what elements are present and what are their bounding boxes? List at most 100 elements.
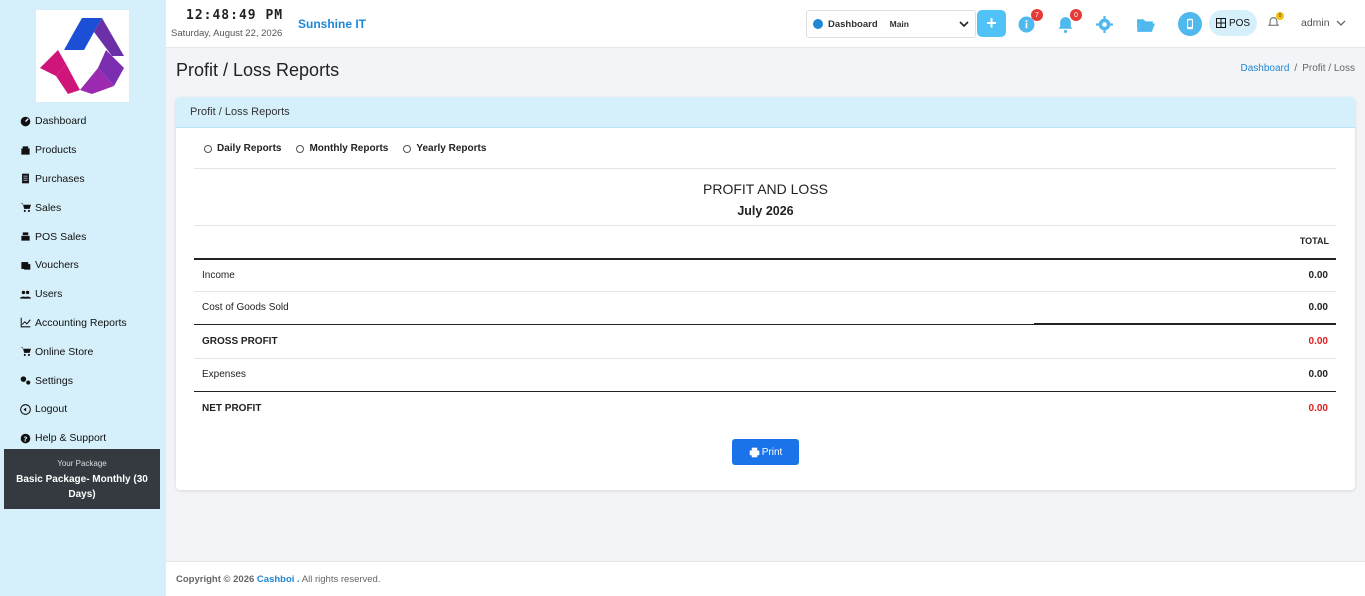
top-bar: 12:48:49 PM Saturday, August 22, 2026 Su… [166,0,1365,48]
pos-button[interactable]: POS [1209,10,1257,36]
table-row-gross-profit: GROSS PROFIT 0.00 [194,325,1336,359]
question-icon: ? [18,431,32,445]
chevron-down-icon [959,21,969,28]
row-label: NET PROFIT [202,403,262,415]
radio-label: Yearly Reports [416,143,487,154]
radio-daily-reports[interactable]: Daily Reports [204,143,281,154]
report-card: Profit / Loss Reports Daily Reports Mont… [176,97,1355,490]
print-label: Print [761,446,783,458]
sidebar-item-products[interactable]: Products [18,136,166,165]
sidebar-item-label: POS Sales [35,230,87,243]
chevron-down-icon [1336,20,1346,26]
sidebar-item-label: Purchases [35,172,85,185]
page-title: Profit / Loss Reports [176,60,340,80]
package-label: Your Package [57,459,107,468]
sidebar-item-label: Dashboard [35,115,87,128]
sidebar-item-label: Logout [35,403,68,416]
voucher-icon [18,258,32,272]
sidebar-item-settings[interactable]: Settings [18,366,166,395]
radio-monthly-reports[interactable]: Monthly Reports [296,143,388,154]
footer-copyright: Copyright © 2026 [176,574,255,585]
table-row-net-profit: NET PROFIT 0.00 [194,392,1336,426]
mobile-button[interactable] [1178,12,1202,36]
dashboard-select-label: Dashboard [828,18,878,30]
radio-yearly-reports[interactable]: Yearly Reports [403,143,486,154]
row-amount: 0.00 [1308,335,1328,347]
sidebar-item-label: Sales [35,201,62,214]
row-amount: 0.00 [1308,269,1328,281]
sidebar-item-label: Vouchers [35,259,79,272]
row-label: GROSS PROFIT [202,335,278,347]
alerts-badge: 0 [1276,12,1284,20]
sidebar-item-logout[interactable]: Logout [18,395,166,424]
svg-text:?: ? [23,435,27,443]
sidebar-item-vouchers[interactable]: Vouchers [18,251,166,280]
report-title: PROFIT AND LOSS [703,181,828,197]
settings-button[interactable] [1094,14,1114,34]
table-row-income: Income 0.00 [194,258,1336,292]
card-header: Profit / Loss Reports [176,97,1355,128]
breadcrumb-dashboard-link[interactable]: Dashboard [1240,63,1289,74]
folder-button[interactable] [1135,14,1155,34]
folder-open-icon [1136,18,1155,32]
row-label: Income [202,269,235,281]
chart-line-icon [18,316,32,330]
sidebar-item-pos-sales[interactable]: POS Sales [18,222,166,251]
sidebar-item-purchases[interactable]: Purchases [18,165,166,194]
box-icon [18,143,32,157]
sidebar-item-sales[interactable]: Sales [18,193,166,222]
sidebar-item-users[interactable]: Users [18,280,166,309]
divider [194,225,1336,226]
footer: Copyright © 2026 Cashboi . All rights re… [166,561,1365,596]
mobile-icon [1187,18,1193,30]
row-amount: 0.00 [1308,302,1328,314]
sidebar-item-accounting-reports[interactable]: Accounting Reports [18,309,166,338]
row-label: Expenses [202,369,246,381]
add-button[interactable]: + [977,10,1006,37]
logo-icon [40,18,124,94]
notifications-button[interactable]: 0 [1055,9,1082,34]
info-badge: 7 [1031,9,1043,21]
alerts-button[interactable]: 0 [1266,12,1284,29]
gears-icon [18,374,32,388]
company-name[interactable]: Sunshine IT [298,17,366,31]
user-menu[interactable]: admin [1301,17,1346,29]
users-icon [18,287,32,301]
radio-circle[interactable] [296,144,305,153]
sidebar-item-label: Users [35,288,63,301]
sidebar: Dashboard Products Purchases Sales POS S… [0,0,166,596]
register-icon [18,230,32,244]
total-column-header: TOTAL [1299,236,1329,246]
sidebar-item-label: Help & Support [35,432,107,445]
clock-time: 12:48:49 PM [186,8,284,23]
dashboard-icon [813,19,823,29]
gear-icon [1095,15,1113,33]
store-cart-icon [18,345,32,359]
notifications-badge: 0 [1070,9,1082,21]
pos-label: POS [1228,17,1251,29]
info-button[interactable]: 7 [1016,9,1043,34]
sidebar-item-label: Products [35,144,77,157]
dashboard-select-value: Main [889,19,909,29]
company-logo[interactable] [36,10,129,102]
logout-icon [18,402,32,416]
sidebar-item-label: Online Store [35,345,94,358]
sidebar-nav: Dashboard Products Purchases Sales POS S… [18,107,166,453]
radio-circle[interactable] [204,144,212,153]
row-amount: 0.00 [1308,369,1328,381]
print-button[interactable]: Print [732,439,799,465]
grid-icon [1215,18,1226,28]
dashboard-select[interactable]: Dashboard Main [806,10,976,38]
sidebar-item-dashboard[interactable]: Dashboard [18,107,166,136]
row-amount: 0.00 [1308,403,1328,415]
printer-icon [749,447,760,457]
report-type-radios: Daily Reports Monthly Reports Yearly Rep… [204,143,501,154]
sidebar-item-online-store[interactable]: Online Store [18,337,166,366]
footer-brand-link[interactable]: Cashboi . [257,574,300,585]
package-box: Your Package Basic Package- Monthly (30 … [4,449,160,509]
dashboard-icon [18,114,32,128]
package-name: Basic Package- Monthly (30 Days) [16,474,148,500]
document-icon [18,172,32,186]
table-row-cost-of-goods-sold: Cost of Goods Sold 0.00 [194,292,1336,325]
radio-circle[interactable] [403,144,412,153]
